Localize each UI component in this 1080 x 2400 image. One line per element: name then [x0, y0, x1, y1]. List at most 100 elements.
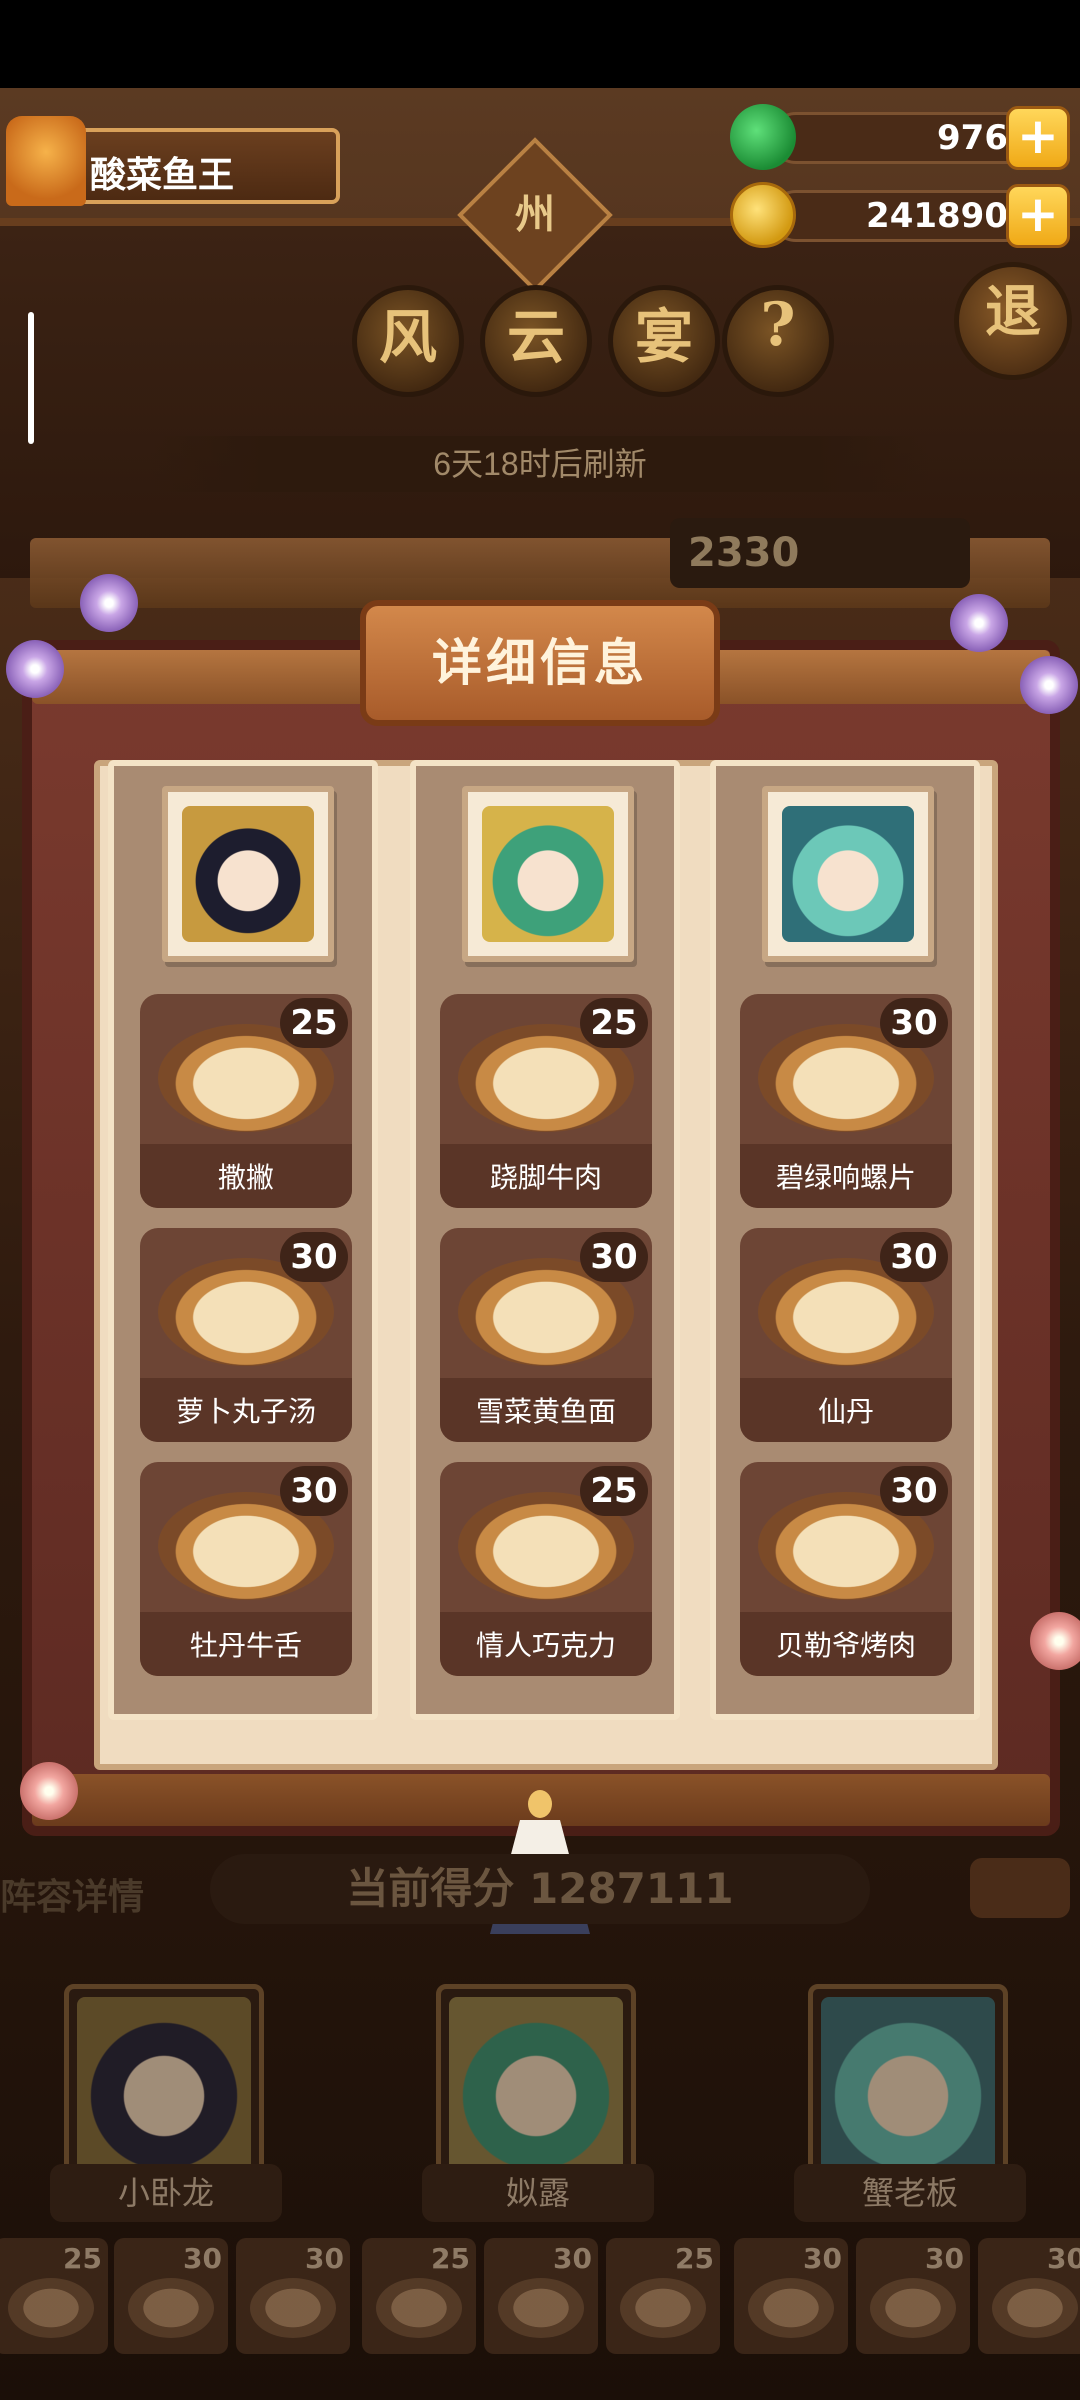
dish-card[interactable]: 跷脚牛肉 25: [440, 994, 652, 1208]
coin-icon: [730, 182, 796, 248]
tray-dish: 25: [0, 2238, 108, 2354]
dish-card[interactable]: 贝勒爷烤肉 30: [740, 1462, 952, 1676]
hero-name-1: 小卧龙: [50, 2164, 282, 2222]
dish-name: 碧绿响螺片: [775, 1161, 916, 1194]
hero-name-2: 姒露: [422, 2164, 654, 2222]
hero-portrait-1: [77, 1997, 251, 2177]
hero-card-1: [64, 1984, 264, 2190]
dish-card[interactable]: 撒撇 25: [140, 994, 352, 1208]
tray-dish-image: [128, 2278, 214, 2338]
chef-avatar-1: [162, 786, 334, 962]
hero-name-3: 蟹老板: [794, 2164, 1026, 2222]
hero-portrait-2: [449, 1997, 623, 2177]
dish-score: 25: [580, 1466, 648, 1516]
reset-button-partial: [970, 1858, 1070, 1918]
add-coins-button[interactable]: +: [1006, 184, 1070, 248]
jade-icon: [730, 104, 796, 170]
title-char-1-label: 风: [378, 303, 437, 371]
tray-dish-score: 25: [675, 2242, 714, 2275]
player-name: 酸菜鱼王: [90, 155, 235, 196]
state-tag-label: 州: [515, 191, 555, 238]
dish-card[interactable]: 牡丹牛舌 30: [140, 1462, 352, 1676]
tray-dish: 30: [484, 2238, 598, 2354]
dish-name: 情人巧克力: [475, 1629, 616, 1662]
tray-dish: 25: [362, 2238, 476, 2354]
dish-score: 30: [280, 1232, 348, 1282]
dish-score: 30: [880, 998, 948, 1048]
chef-portrait-2: [482, 806, 614, 942]
dish-card[interactable]: 雪菜黄鱼面 30: [440, 1228, 652, 1442]
jade-count: 976: [937, 118, 1008, 158]
dish-score: 25: [280, 998, 348, 1048]
exit-button[interactable]: 退: [954, 262, 1072, 380]
chef-portrait-3: [782, 806, 914, 942]
flower-decoration: [20, 1762, 78, 1820]
tray-dish-score: 30: [183, 2242, 222, 2275]
dish-name: 雪菜黄鱼面: [475, 1395, 616, 1428]
score-partial: 2330: [670, 518, 970, 588]
tray-dish: 30: [978, 2238, 1080, 2354]
tray-dish-score: 30: [1047, 2242, 1080, 2275]
flower-decoration: [950, 594, 1008, 652]
title-char-3: 宴: [608, 285, 720, 397]
hero-card-2: [436, 1984, 636, 2190]
title-char-2: 云: [480, 285, 592, 397]
tray-dish: 25: [606, 2238, 720, 2354]
tray-dish-score: 30: [305, 2242, 344, 2275]
tray-dish-image: [992, 2278, 1078, 2338]
tray-dish-image: [620, 2278, 706, 2338]
tray-dish-image: [870, 2278, 956, 2338]
help-icon: ?: [760, 290, 796, 360]
dish-name: 贝勒爷烤肉: [775, 1629, 916, 1662]
dish-score: 30: [880, 1466, 948, 1516]
tray-dish: 30: [734, 2238, 848, 2354]
dish-score: 30: [280, 1466, 348, 1516]
exit-label: 退: [985, 279, 1041, 345]
coin-count: 241890: [866, 196, 1008, 236]
tray-dish-score: 30: [803, 2242, 842, 2275]
dish-name: 撒撇: [217, 1161, 274, 1194]
tray-dish-image: [748, 2278, 834, 2338]
help-button[interactable]: ?: [722, 285, 834, 397]
chef-avatar-2: [462, 786, 634, 962]
dish-name: 跷脚牛肉: [489, 1161, 602, 1194]
dish-score: 30: [580, 1232, 648, 1282]
bottom-bar: 阵容详情 当前得分 1287111: [0, 1848, 1080, 1938]
dish-card[interactable]: 情人巧克力 25: [440, 1462, 652, 1676]
tray-dish-score: 30: [553, 2242, 592, 2275]
panel-title-label: 详细信息: [432, 634, 648, 692]
chef-avatar-3: [762, 786, 934, 962]
scroll-indicator: [28, 312, 34, 444]
flower-decoration: [1020, 656, 1078, 714]
dish-card[interactable]: 碧绿响螺片 30: [740, 994, 952, 1208]
jade-resource: 976 +: [730, 104, 1070, 170]
tray-dish-image: [8, 2278, 94, 2338]
add-jade-button[interactable]: +: [1006, 106, 1070, 170]
flower-decoration: [6, 640, 64, 698]
tray-dish-image: [376, 2278, 462, 2338]
hero-portrait-3: [821, 1997, 995, 2177]
tray-dish-score: 25: [63, 2242, 102, 2275]
title-char-3-label: 宴: [634, 303, 693, 371]
current-score-partial: 当前得分 1287111: [210, 1854, 870, 1924]
tassel-knot: [528, 1790, 552, 1818]
tray-dish: 30: [856, 2238, 970, 2354]
dish-card[interactable]: 仙丹 30: [740, 1228, 952, 1442]
tray-dish: 30: [236, 2238, 350, 2354]
coin-resource: 241890 +: [730, 182, 1070, 248]
hero-card-3: [808, 1984, 1008, 2190]
tray-dish-image: [250, 2278, 336, 2338]
chef-portrait-1: [182, 806, 314, 942]
tray-dish-score: 25: [431, 2242, 470, 2275]
tray-dish-score: 30: [925, 2242, 964, 2275]
refresh-timer: 6天18时后刷新: [150, 436, 930, 492]
player-badge[interactable]: 酸菜鱼王: [0, 116, 345, 206]
dish-card[interactable]: 萝卜丸子汤 30: [140, 1228, 352, 1442]
lineup-detail-partial: 阵容详情: [0, 1877, 145, 1918]
dish-score: 25: [580, 998, 648, 1048]
tray-dish-image: [498, 2278, 584, 2338]
dish-score: 30: [880, 1232, 948, 1282]
flower-decoration: [80, 574, 138, 632]
player-avatar[interactable]: [6, 116, 86, 206]
title-char-2-label: 云: [506, 303, 565, 371]
